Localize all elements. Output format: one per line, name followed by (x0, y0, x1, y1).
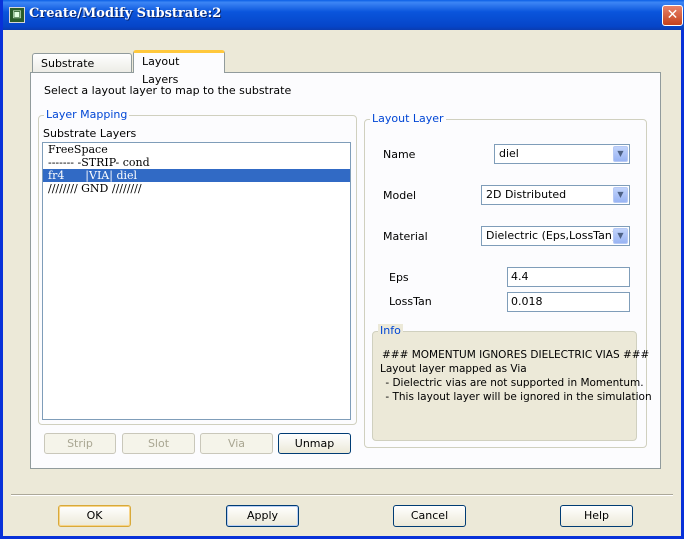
chevron-down-icon[interactable]: ▼ (613, 146, 628, 162)
list-item-selected[interactable]: fr4 |VIA| diel (43, 169, 350, 182)
title-bar[interactable]: ▣ Create/Modify Substrate:2 ✕ (3, 0, 684, 30)
group-title: Info (378, 324, 403, 337)
losstan-label: LossTan (389, 295, 432, 308)
close-button[interactable]: ✕ (662, 5, 683, 26)
chevron-down-icon[interactable]: ▼ (613, 187, 628, 203)
model-label: Model (383, 189, 417, 202)
window-title: Create/Modify Substrate:2 (29, 6, 222, 21)
info-group: Info ### MOMENTUM IGNORES DIELECTRIC VIA… (372, 324, 652, 441)
strip-button[interactable]: Strip (44, 433, 116, 454)
help-button[interactable]: Help (560, 505, 633, 527)
info-line: ### MOMENTUM IGNORES DIELECTRIC VIAS ### (382, 349, 650, 361)
chevron-down-icon[interactable]: ▼ (613, 228, 628, 244)
group-title: Layout Layer (370, 112, 446, 125)
tab-label: Layout Layers (142, 55, 180, 86)
substrate-layers-list[interactable]: FreeSpace ------- -STRIP- cond fr4 |VIA|… (42, 142, 351, 420)
name-label: Name (383, 148, 416, 161)
name-value: diel (499, 147, 519, 160)
ok-button[interactable]: OK (58, 505, 131, 527)
apply-button[interactable]: Apply (226, 505, 299, 527)
model-value: 2D Distributed (486, 188, 567, 201)
tab-substrate-layers[interactable]: Substrate Layers (32, 53, 132, 89)
list-item[interactable]: FreeSpace (43, 143, 350, 156)
material-value: Dielectric (Eps,LossTan) (486, 229, 617, 242)
info-line: - This layout layer will be ignored in t… (382, 391, 652, 403)
close-icon: ✕ (666, 7, 679, 23)
dialog-content: Substrate Layers Layout Layers Select a … (3, 30, 681, 536)
via-button[interactable]: Via (200, 433, 273, 454)
list-item[interactable]: ------- -STRIP- cond (43, 156, 350, 169)
unmap-button[interactable]: Unmap (278, 433, 351, 454)
substrate-layers-label: Substrate Layers (43, 127, 137, 140)
info-line: - Dielectric vias are not supported in M… (382, 377, 644, 389)
cancel-button[interactable]: Cancel (393, 505, 466, 527)
footer-separator (11, 494, 673, 496)
eps-label: Eps (389, 271, 409, 284)
eps-input[interactable]: 4.4 (507, 267, 630, 287)
material-label: Material (383, 230, 428, 243)
material-select[interactable]: Dielectric (Eps,LossTan) ▼ (481, 226, 630, 246)
model-select[interactable]: 2D Distributed ▼ (481, 185, 630, 205)
info-line: Layout layer mapped as Via (380, 363, 527, 375)
group-title: Layer Mapping (44, 108, 130, 121)
losstan-input[interactable]: 0.018 (507, 292, 630, 312)
list-item[interactable]: //////// GND //////// (43, 182, 350, 195)
name-select[interactable]: diel ▼ (494, 144, 630, 164)
dialog-window: ▣ Create/Modify Substrate:2 ✕ Substrate … (0, 0, 684, 539)
slot-button[interactable]: Slot (122, 433, 195, 454)
app-icon: ▣ (9, 7, 25, 23)
tab-layout-layers[interactable]: Layout Layers (133, 50, 225, 86)
